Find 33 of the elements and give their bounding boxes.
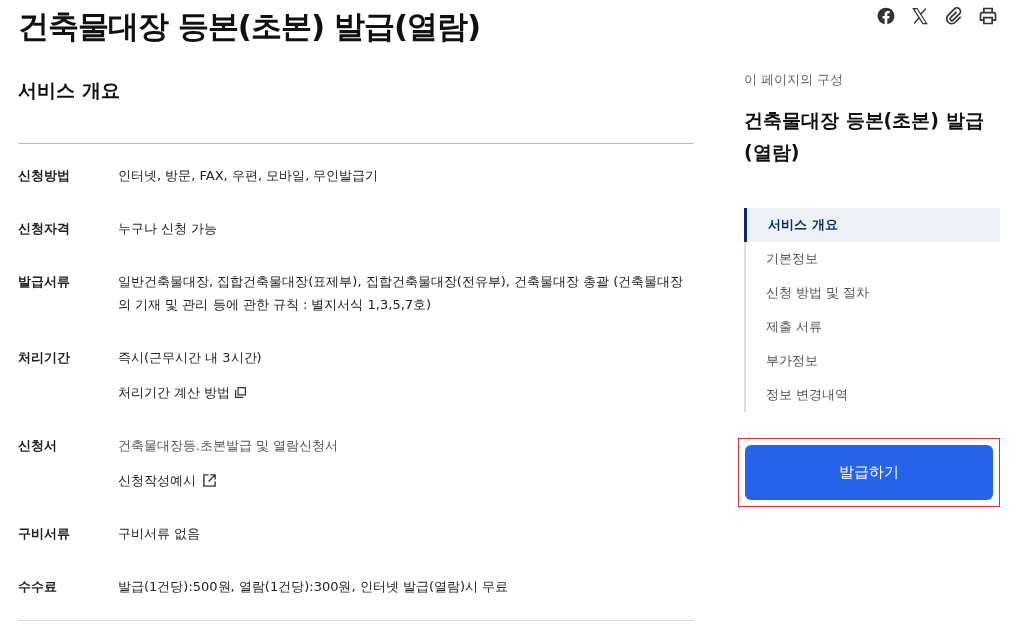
toc-item[interactable]: 제출 서류 xyxy=(746,309,1000,344)
field-label: 구비서류 xyxy=(18,524,71,543)
field-label: 처리기간 xyxy=(18,348,71,367)
toc-item[interactable]: 정보 변경내역 xyxy=(746,377,1000,412)
paperclip-icon[interactable] xyxy=(944,6,964,26)
field-value: 즉시(근무시간 내 3시간) xyxy=(118,348,263,367)
field-value: 인터넷, 방문, FAX, 우편, 모바일, 무인발급기 xyxy=(118,166,380,185)
field-label: 수수료 xyxy=(18,577,58,596)
page-title: 건축물대장 등본(초본) 발급(열람) xyxy=(18,7,482,46)
toc-item[interactable]: 신청 방법 및 절차 xyxy=(746,275,1000,310)
toc-item[interactable]: 기본정보 xyxy=(746,241,1000,276)
popup-link[interactable]: 처리기간 계산 방법 xyxy=(118,380,231,404)
external-link[interactable]: 신청작성예시 xyxy=(118,468,196,492)
toc-caption: 이 페이지의 구성 xyxy=(744,71,845,89)
print-icon[interactable] xyxy=(978,6,998,26)
facebook-icon[interactable] xyxy=(876,6,896,26)
field-label: 신청서 xyxy=(18,436,58,455)
toc-item[interactable]: 서비스 개요 xyxy=(744,207,1000,242)
field-value: 구비서류 없음 xyxy=(118,524,202,543)
field-value: 건축물대장등.초본발급 및 열람신청서 xyxy=(118,436,340,455)
field-value: 발급(1건당):500원, 열람(1건당):300원, 인터넷 발급(열람)시 무료 xyxy=(118,577,510,596)
field-value: 일반건축물대장, 집합건축물대장(표제부), 집합건축물대장(전유부), 건축물대장 총괄 (건축물대장의 기재 및 관리 등에 관한 규칙 : 별지서식 1,3,5,7호) xyxy=(118,272,685,314)
toc-title: 건축물대장 등본(초본) 발급(열람) xyxy=(744,107,985,165)
issue-button[interactable]: 발급하기 xyxy=(745,444,993,500)
field-value: 누구나 신청 가능 xyxy=(118,219,219,238)
field-label: 신청방법 xyxy=(18,166,71,185)
copy-icon xyxy=(234,385,248,399)
section-title: 서비스 개요 xyxy=(18,78,121,103)
external-link-icon xyxy=(202,472,217,488)
field-label: 신청자격 xyxy=(18,219,71,238)
field-label: 발급서류 xyxy=(18,272,71,291)
toc-item[interactable]: 부가정보 xyxy=(746,343,1000,378)
x-logo-icon[interactable] xyxy=(910,6,930,26)
